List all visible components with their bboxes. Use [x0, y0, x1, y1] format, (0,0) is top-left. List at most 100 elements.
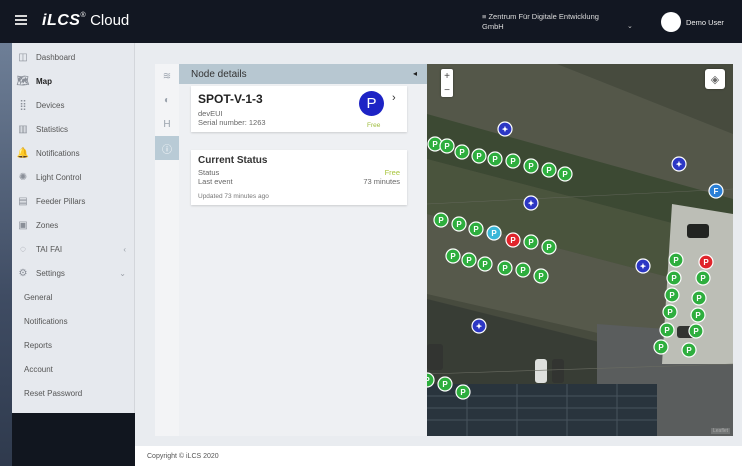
parking-marker-icon[interactable]: P	[541, 162, 557, 178]
svg-text:P: P	[438, 216, 444, 225]
parking-marker-icon[interactable]: P	[486, 225, 502, 241]
sidebar-item-dashboard[interactable]: ◫ Dashboard	[12, 45, 134, 69]
chevron-right-icon[interactable]: ›	[392, 92, 396, 104]
svg-text:P: P	[510, 157, 516, 166]
collapse-panel-icon[interactable]: ◂	[413, 69, 417, 78]
svg-text:P: P	[658, 343, 664, 352]
settings-icon: ⚙	[18, 267, 28, 279]
feeder-marker-icon[interactable]: F	[708, 183, 724, 199]
parking-marker-icon[interactable]: P	[523, 234, 539, 250]
svg-text:✦: ✦	[640, 262, 647, 271]
parking-marker-icon[interactable]: P	[487, 151, 503, 167]
last-event-value: 73 minutes	[363, 177, 400, 186]
background-strip	[0, 43, 12, 466]
sidebar-item-light-control[interactable]: ✺ Light Control	[12, 165, 134, 189]
sidebar-item-feeder-pillars[interactable]: ▤ Feeder Pillars	[12, 189, 134, 213]
parking-marker-icon[interactable]: P	[557, 166, 573, 182]
sidebar-item-settings[interactable]: ⚙ Settings ⌄	[12, 261, 134, 285]
svg-text:P: P	[466, 256, 472, 265]
parking-marker-icon[interactable]: P	[451, 216, 467, 232]
parking-marker-icon[interactable]: P	[433, 212, 449, 228]
current-status-card: Current Status Status Free Last event 73…	[191, 150, 407, 205]
sidebar-item-statistics[interactable]: ▥ Statistics	[12, 117, 134, 141]
zoom-in-button[interactable]: +	[441, 69, 453, 83]
svg-text:P: P	[538, 272, 544, 281]
settings-subitem-account[interactable]: Account	[12, 357, 134, 381]
parking-marker-icon[interactable]: P	[653, 339, 669, 355]
parking-marker-icon[interactable]: P	[691, 290, 707, 306]
settings-subitem-notifications[interactable]: Notifications	[12, 309, 134, 333]
parking-marker-icon[interactable]: P	[454, 144, 470, 160]
svg-text:P: P	[456, 220, 462, 229]
sidebar-item-notifications[interactable]: 🔔 Notifications	[12, 141, 134, 165]
feeder-icon: ▤	[18, 195, 28, 207]
parking-marker-icon[interactable]: P	[455, 384, 471, 400]
parking-marker-icon[interactable]: P	[662, 304, 678, 320]
info-tab-icon[interactable]: ⓘ	[155, 136, 179, 160]
svg-text:P: P	[686, 346, 692, 355]
logo-mark: ®	[80, 12, 86, 19]
parking-marker-icon[interactable]: P	[664, 287, 680, 303]
sidebar-item-map[interactable]: 🗺 Map	[12, 69, 134, 93]
settings-subitem-reports[interactable]: Reports	[12, 333, 134, 357]
parking-marker-icon[interactable]: P	[666, 270, 682, 286]
svg-text:P: P	[695, 311, 701, 320]
parking-marker-icon[interactable]: P	[477, 256, 493, 272]
parking-marker-icon[interactable]: P	[690, 307, 706, 323]
parking-marker-icon[interactable]: P	[533, 268, 549, 284]
lamp-marker-icon[interactable]: ✦	[671, 156, 687, 172]
parking-marker-icon[interactable]: P	[505, 232, 521, 248]
parking-marker-icon[interactable]: P	[427, 372, 435, 388]
lamp-marker-icon[interactable]: ✦	[471, 318, 487, 334]
layers-icon[interactable]: ◈	[705, 69, 725, 89]
svg-text:P: P	[450, 252, 456, 261]
parking-marker-icon[interactable]: P	[445, 248, 461, 264]
parking-marker-icon[interactable]: P	[698, 254, 714, 270]
sidebar-item-label: Feeder Pillars	[36, 196, 86, 206]
lamp-marker-icon[interactable]: ✦	[497, 121, 513, 137]
parking-marker-icon[interactable]: P	[668, 252, 684, 268]
parking-marker-icon[interactable]: P	[681, 342, 697, 358]
parking-marker-icon[interactable]: P	[523, 158, 539, 174]
settings-subitem-reset-password[interactable]: Reset Password	[12, 381, 134, 405]
svg-text:P: P	[700, 274, 706, 283]
sidebar-item-label: Light Control	[36, 172, 82, 182]
node-details-panel: Node details ◂ SPOT-V-1-3 devEUI Serial …	[179, 64, 427, 436]
svg-text:P: P	[492, 155, 498, 164]
svg-text:P: P	[546, 243, 552, 252]
svg-text:P: P	[460, 388, 466, 397]
node-card[interactable]: SPOT-V-1-3 devEUI Serial number: 1263 P …	[191, 86, 407, 132]
layers-tab-icon[interactable]: ≋	[155, 64, 179, 88]
parking-marker-icon[interactable]: P	[461, 252, 477, 268]
parking-marker-icon[interactable]: P	[695, 270, 711, 286]
sidebar-item-devices[interactable]: ⣿ Devices	[12, 93, 134, 117]
parking-marker-icon[interactable]: P	[505, 153, 521, 169]
parking-marker-icon[interactable]: P	[688, 323, 704, 339]
chevron-down-icon[interactable]: ⌄	[627, 22, 633, 30]
user-name[interactable]: Demo User	[686, 18, 724, 27]
avatar[interactable]	[661, 12, 681, 32]
organization-selector[interactable]: ≡ Zentrum Für Digitale Entwicklung GmbH	[482, 12, 622, 32]
settings-subitem-general[interactable]: General	[12, 285, 134, 309]
parking-marker-icon[interactable]: P	[471, 148, 487, 164]
parking-marker-icon[interactable]: P	[515, 262, 531, 278]
parking-marker-icon[interactable]: P	[439, 138, 455, 154]
sidebar-item-tai-fai[interactable]: ◌ TAI FAI ‹	[12, 237, 134, 261]
map-view[interactable]: P P P P P P P P P ✦ ✦ F ✦ P P P P P P P P P P P P P ✦ P P P P P P P P P P P P ✦…	[427, 64, 733, 436]
parking-marker-icon[interactable]: P	[437, 376, 453, 392]
parking-marker-icon[interactable]: P	[497, 260, 513, 276]
lamp-marker-icon[interactable]: ✦	[635, 258, 651, 274]
parking-marker-icon[interactable]: P	[468, 221, 484, 237]
sidebar-item-zones[interactable]: ▣ Zones	[12, 213, 134, 237]
parking-marker-icon[interactable]: P	[659, 322, 675, 338]
hamburger-menu-icon[interactable]	[15, 15, 27, 25]
svg-text:P: P	[669, 291, 675, 300]
lamp-marker-icon[interactable]: ✦	[523, 195, 539, 211]
palette-tab-icon[interactable]: ◐	[155, 88, 179, 112]
svg-text:P: P	[491, 229, 497, 238]
zoom-out-button[interactable]: −	[441, 83, 453, 97]
parking-marker-icon[interactable]: P	[541, 239, 557, 255]
h-tab-icon[interactable]: H	[155, 112, 179, 136]
map-attribution[interactable]: Leaflet	[710, 428, 730, 434]
app-logo[interactable]: iLCS® Cloud	[42, 12, 129, 30]
